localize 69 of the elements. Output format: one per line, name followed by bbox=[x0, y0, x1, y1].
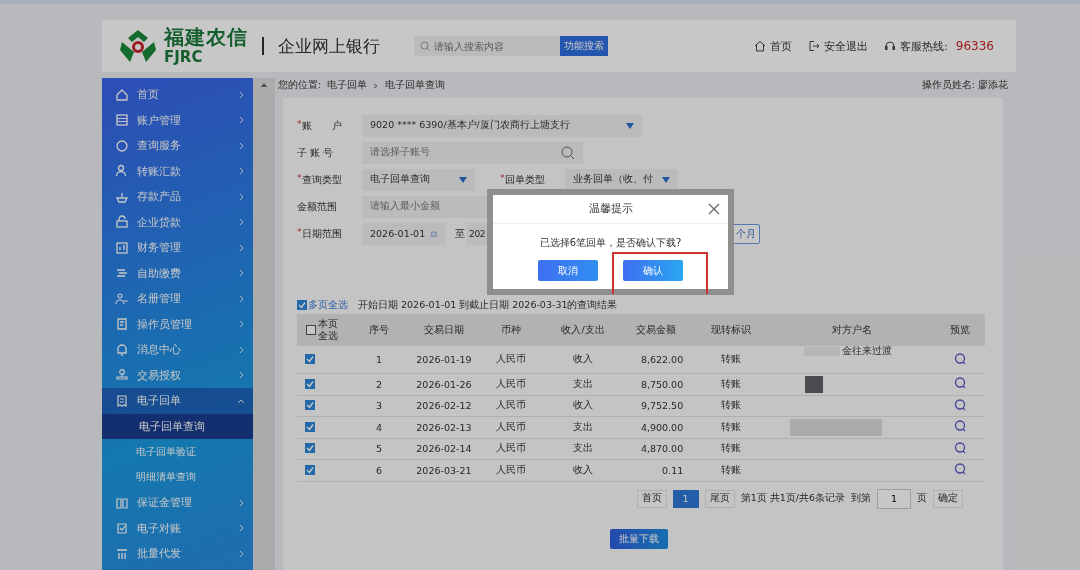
table-cell: 收入 bbox=[573, 399, 594, 411]
table-cell: 支出 bbox=[573, 420, 594, 432]
table-cell: 人民币 bbox=[496, 420, 527, 432]
site-title: 企业网上银行 bbox=[278, 34, 380, 58]
field-label: *账 户 bbox=[297, 118, 343, 133]
table-cell: 金往来过渡 bbox=[842, 345, 893, 356]
field-label: 子 账 号 bbox=[297, 145, 335, 160]
logo-text: 福建农信 bbox=[164, 27, 248, 47]
breadcrumb-label: 您的位置: bbox=[278, 79, 322, 92]
dialog-message: 已选择6笔回单，是否确认下载? bbox=[538, 236, 683, 250]
table-cell: 支出 bbox=[573, 377, 594, 389]
table-cell: 人民币 bbox=[496, 442, 527, 454]
table-cell: 4 bbox=[376, 421, 383, 433]
table-cell: 人民币 bbox=[496, 353, 527, 364]
table-cell: 2 bbox=[376, 378, 383, 390]
table-cell: 收入 bbox=[573, 463, 594, 475]
table-cell: 9,752.50 bbox=[640, 400, 684, 412]
table-cell: 2026-01-19 bbox=[416, 354, 472, 365]
logo-text: FJRC bbox=[164, 50, 204, 65]
column-header: 交易金额 bbox=[620, 314, 692, 346]
column-header: 现转标识 bbox=[691, 314, 771, 346]
table-cell: 支出 bbox=[573, 442, 594, 454]
table-cell: 转账 bbox=[720, 399, 741, 411]
table-cell: 3 bbox=[376, 400, 383, 412]
required-marker: * bbox=[500, 172, 505, 185]
required-marker: * bbox=[297, 118, 302, 131]
table-cell: 2026-02-13 bbox=[416, 421, 472, 433]
table-cell: 转账 bbox=[720, 377, 741, 389]
table-cell: 转账 bbox=[720, 420, 741, 432]
column-header: 序号 bbox=[346, 314, 412, 346]
operator-name: 操作员姓名: 廖添花 bbox=[921, 79, 1008, 92]
table-cell: 5 bbox=[376, 443, 383, 455]
required-marker: * bbox=[297, 172, 302, 185]
column-header: 收入/支出 bbox=[545, 314, 621, 346]
table-cell: 2026-02-14 bbox=[416, 443, 472, 455]
table-cell: 转账 bbox=[720, 442, 741, 454]
table-cell: 8,750.00 bbox=[640, 378, 684, 390]
table-cell: 2026-03-21 bbox=[416, 464, 472, 476]
goto-label: 到第 bbox=[851, 492, 871, 505]
table-cell: 8,622.00 bbox=[640, 354, 684, 365]
table-cell: 2026-02-12 bbox=[416, 400, 472, 412]
table-cell: 人民币 bbox=[496, 463, 527, 475]
hotline-label: 客服热线: bbox=[884, 38, 948, 54]
range-separator: 至 bbox=[455, 226, 465, 241]
table-cell: 人民币 bbox=[496, 377, 527, 389]
results-summary: 开始日期 2026-01-01 到截止日期 2026-03-31的查询结果 bbox=[358, 298, 618, 312]
table-cell: 转账 bbox=[720, 463, 741, 475]
field-label: *查询类型 bbox=[297, 172, 343, 187]
table-cell: 6 bbox=[376, 464, 383, 476]
table-cell: 转账 bbox=[720, 353, 741, 364]
hotline-number: 96336 bbox=[955, 39, 994, 53]
table-cell: 2026-01-26 bbox=[416, 378, 472, 390]
table-cell: 收入 bbox=[573, 353, 594, 364]
required-marker: * bbox=[297, 226, 302, 239]
field-label: *日期范围 bbox=[297, 226, 343, 241]
table-cell: 0.11 bbox=[662, 464, 684, 476]
page-unit: 页 bbox=[917, 492, 927, 505]
field-label: *回单类型 bbox=[500, 172, 546, 187]
field-label: 金额范围 bbox=[297, 199, 338, 214]
table-cell: 4,870.00 bbox=[640, 443, 684, 455]
column-header: 交易日期 bbox=[411, 314, 477, 346]
column-header: 对方户名 bbox=[770, 314, 935, 346]
column-header: 预览 bbox=[934, 314, 985, 346]
column-header: 币种 bbox=[476, 314, 546, 346]
table-cell: 4,900.00 bbox=[640, 421, 684, 433]
table-cell: 人民币 bbox=[496, 399, 527, 411]
dialog-title: 温馨提示 bbox=[588, 202, 633, 216]
table-cell: 1 bbox=[376, 354, 383, 365]
page-info: 第1页 共1页/共6条记录 bbox=[740, 492, 845, 505]
